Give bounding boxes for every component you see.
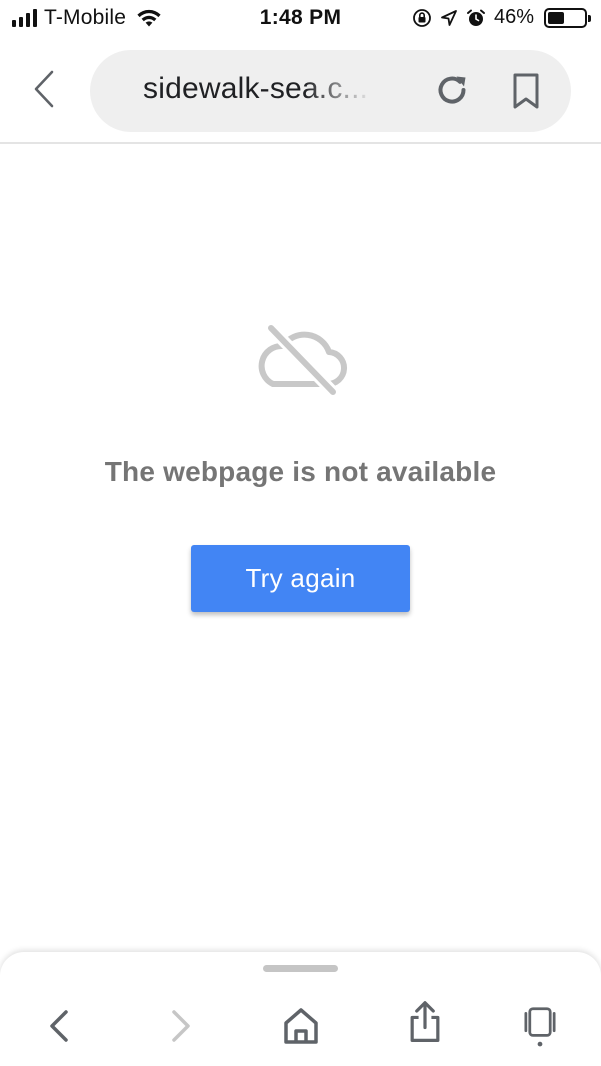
share-icon	[410, 1001, 440, 1042]
url-text[interactable]: sidewalk-sea.c...	[143, 72, 373, 106]
bookmark-icon	[513, 73, 539, 109]
orientation-lock-icon	[413, 8, 431, 27]
tab-switcher-icon	[524, 1007, 556, 1047]
chevron-left-icon	[50, 1010, 68, 1042]
chevron-right-icon	[172, 1010, 190, 1042]
alarm-icon	[466, 9, 485, 26]
reload-button[interactable]	[432, 70, 472, 110]
battery-percent: 46%	[493, 6, 534, 28]
status-right: 46%	[412, 6, 591, 29]
bottom-toolbar	[0, 952, 601, 1066]
reload-icon	[438, 76, 466, 104]
share-button[interactable]	[403, 1000, 447, 1044]
battery-icon	[544, 7, 591, 28]
cloud-off-icon	[258, 324, 347, 396]
nav-forward-button[interactable]	[158, 1004, 202, 1048]
try-again-button[interactable]: Try again	[191, 545, 410, 612]
omnibox[interactable]: sidewalk-sea.c...	[90, 50, 571, 132]
screen: T-Mobile 1:48 PM 46% sidewalk-sea.c... T…	[0, 0, 601, 1066]
nav-back-button[interactable]	[38, 1004, 82, 1048]
home-button[interactable]	[279, 1004, 323, 1048]
location-icon	[441, 9, 457, 26]
error-message: The webpage is not available	[104, 456, 497, 487]
bookmark-button[interactable]	[508, 72, 544, 110]
drag-handle[interactable]	[263, 965, 338, 972]
chevron-left-icon	[34, 70, 54, 108]
tab-switcher-button[interactable]	[518, 1004, 562, 1048]
home-icon	[284, 1008, 318, 1044]
battery-fill	[548, 11, 564, 24]
top-toolbar: sidewalk-sea.c...	[0, 38, 601, 144]
battery-nub	[588, 14, 591, 22]
back-button[interactable]	[22, 66, 68, 112]
status-bar: T-Mobile 1:48 PM 46%	[0, 0, 601, 38]
